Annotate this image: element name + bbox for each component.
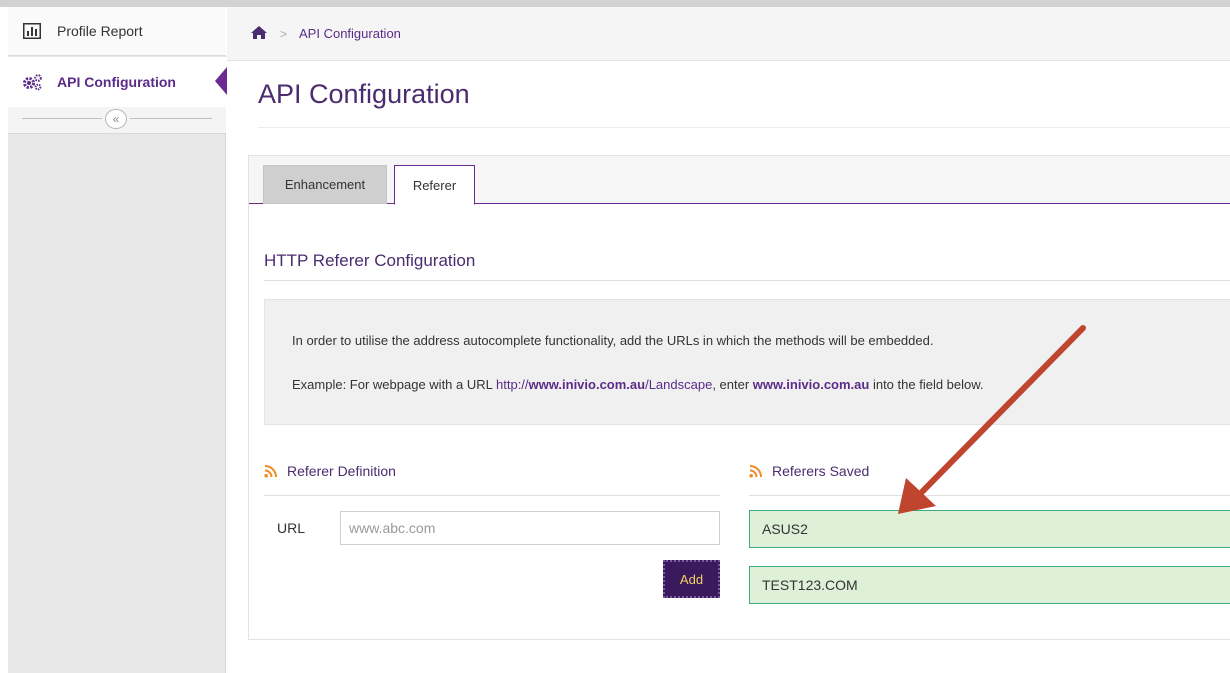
info-box: In order to utilise the address autocomp… <box>264 299 1230 425</box>
cogs-icon <box>21 73 43 91</box>
referers-saved-label: Referers Saved <box>772 463 870 479</box>
divider <box>264 280 1230 281</box>
referer-definition-label: Referer Definition <box>287 463 396 479</box>
rss-icon <box>749 464 763 478</box>
url-label: URL <box>277 520 306 536</box>
tab-enhancement[interactable]: Enhancement <box>263 165 387 204</box>
breadcrumb-separator: > <box>280 26 288 41</box>
example-middle: , enter <box>712 377 753 392</box>
sidebar-item-label: Profile Report <box>57 23 143 39</box>
referer-panel: Enhancement Referer HTTP Referer Configu… <box>248 155 1230 640</box>
sidebar: Profile Report API Configuration « <box>8 7 227 673</box>
tab-referer[interactable]: Referer <box>394 165 475 205</box>
divider <box>130 118 212 119</box>
bar-chart-icon <box>21 22 43 40</box>
referers-saved-heading: Referers Saved <box>749 463 869 479</box>
collapse-sidebar-button[interactable]: « <box>105 109 127 129</box>
top-strip <box>0 0 1230 7</box>
example-url-scheme[interactable]: http:// <box>496 377 529 392</box>
example-url-path[interactable]: /Landscape <box>645 377 712 392</box>
add-button[interactable]: Add <box>663 560 720 598</box>
active-indicator <box>215 67 227 95</box>
breadcrumb: > API Configuration <box>227 7 1230 61</box>
home-icon[interactable] <box>250 25 268 43</box>
example-suffix: into the field below. <box>869 377 984 392</box>
example-url-host[interactable]: www.inivio.com.au <box>529 377 646 392</box>
url-input[interactable] <box>340 511 720 545</box>
rss-icon <box>264 464 278 478</box>
divider <box>22 118 102 119</box>
example-text: Example: For webpage with a URL http://w… <box>292 377 984 392</box>
sidebar-item-api-configuration[interactable]: API Configuration <box>8 57 227 107</box>
page-title: API Configuration <box>258 79 470 109</box>
sidebar-item-profile-report[interactable]: Profile Report <box>8 7 226 56</box>
section-title: HTTP Referer Configuration <box>264 251 476 270</box>
saved-referer-item[interactable]: ASUS2 <box>749 510 1230 548</box>
divider <box>258 127 1230 128</box>
info-text: In order to utilise the address autocomp… <box>292 333 934 348</box>
tab-bar: Enhancement Referer <box>249 156 1230 205</box>
example-host-bold: www.inivio.com.au <box>752 377 870 392</box>
sidebar-item-label: API Configuration <box>57 74 176 90</box>
saved-referer-item[interactable]: TEST123.COM <box>749 566 1230 604</box>
referer-definition-heading: Referer Definition <box>264 463 396 479</box>
sidebar-collapse-row: « <box>8 107 226 134</box>
breadcrumb-current[interactable]: API Configuration <box>299 26 401 41</box>
example-prefix: Example: For webpage with a URL <box>292 377 497 392</box>
divider <box>264 495 720 496</box>
divider <box>749 495 1230 496</box>
